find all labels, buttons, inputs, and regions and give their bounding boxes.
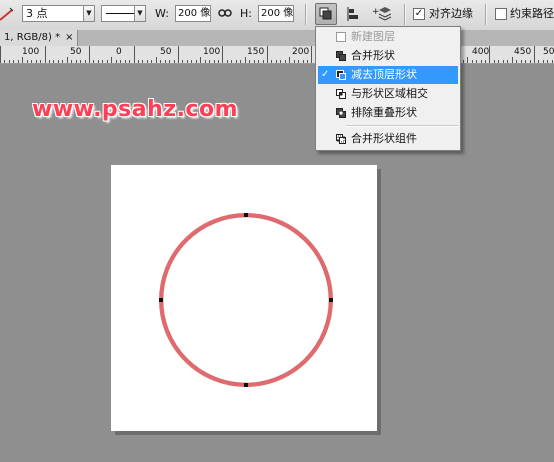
ring-inner-edge [162,216,330,384]
document-tab-bar: 1, RGB/8) * × [0,30,554,46]
ruler-label: 50 [70,47,82,57]
document-tab-title: 1, RGB/8) * [4,32,61,43]
anchor-point[interactable] [244,213,248,217]
menu-item-exclude-overlapping-shapes[interactable]: 排除重叠形状 [318,104,458,122]
path-arrangement-button[interactable]: + [370,3,392,25]
menu-item-merge-shape-components[interactable]: 合并形状组件 [318,130,458,148]
new-layer-icon [336,32,346,42]
horizontal-ruler: 100 50 0 50 100 150 200 400 450 500 [0,46,554,64]
anchor-point[interactable] [329,298,333,302]
toolbar-separator [404,4,406,25]
subtract-front-shape-icon [336,70,346,80]
menu-item-label: 排除重叠形状 [351,106,417,119]
menu-item-intersect-shape-areas[interactable]: 与形状区域相交 [318,85,458,103]
document-canvas[interactable] [111,165,377,431]
align-edges-label: 对齐边缘 [429,7,473,20]
constrain-path-label: 约束路径 [510,7,554,20]
ruler-label: 50 [160,47,172,57]
height-label: H: [240,7,252,20]
path-operations-icon [319,7,332,20]
path-alignment-button[interactable] [343,3,365,25]
ruler-label: 450 [514,47,532,57]
menu-item-combine-shapes[interactable]: 合并形状 [318,47,458,65]
options-bar: 3 点 ▼ ▼ W: 200 像素 H: 200 像素 + ✓ 对齐边缘 [0,0,554,31]
menu-separator [346,125,458,127]
path-alignment-icon [347,7,358,21]
menu-check: ✓ [321,69,330,80]
ruler-label: 200 [292,47,310,57]
tab-close-icon[interactable]: × [65,32,73,43]
ring-stroke [159,213,333,387]
menu-item-label: 合并形状组件 [351,132,417,145]
intersect-shape-areas-icon [336,89,346,99]
ring-shape[interactable] [111,165,377,431]
exclude-overlapping-shapes-icon [336,108,346,118]
constrain-path-checkbox[interactable] [495,8,507,20]
link-dimensions-icon[interactable] [218,8,232,18]
width-label: W: [155,7,169,20]
toolbar-separator [305,4,307,25]
menu-item-label: 合并形状 [351,49,395,62]
width-input[interactable]: 200 像素 [175,5,211,22]
height-input[interactable]: 200 像素 [258,5,294,22]
combine-shapes-icon [336,51,346,61]
menu-item-label: 减去顶层形状 [351,68,417,81]
path-operations-menu: 新建图层 合并形状 ✓ 减去顶层形状 与形状区域相交 排除重叠形状 合并形状组件 [315,26,461,151]
ruler-label: 0 [116,47,122,57]
ruler-label: 500 [543,47,554,57]
ruler-label: 100 [203,47,221,57]
stroke-type-dropdown-arrow[interactable]: ▼ [134,5,146,22]
menu-item-label: 新建图层 [351,30,395,43]
stroke-color-swatch[interactable] [0,6,14,22]
toolbar-separator [485,4,487,25]
stroke-width-dropdown-arrow[interactable]: ▼ [83,5,95,22]
merge-shape-components-icon [336,134,346,144]
menu-item-subtract-front-shape[interactable]: ✓ 减去顶层形状 [318,66,458,84]
ruler-label: 100 [22,47,40,57]
ruler-label: 150 [247,47,265,57]
anchor-point[interactable] [244,383,248,387]
anchor-point[interactable] [159,298,163,302]
align-edges-checkbox[interactable]: ✓ [413,8,425,20]
watermark: www.psahz.com [32,97,239,122]
menu-item-label: 与形状区域相交 [351,87,428,100]
menu-item-new-layer: 新建图层 [318,28,458,46]
ruler-ticks [0,46,553,63]
document-tab[interactable]: 1, RGB/8) * × [0,30,79,46]
path-arrangement-icon: + [372,7,392,21]
svg-text:+: + [372,7,380,17]
path-operations-button[interactable] [315,3,337,25]
ruler-label: 400 [472,47,490,57]
